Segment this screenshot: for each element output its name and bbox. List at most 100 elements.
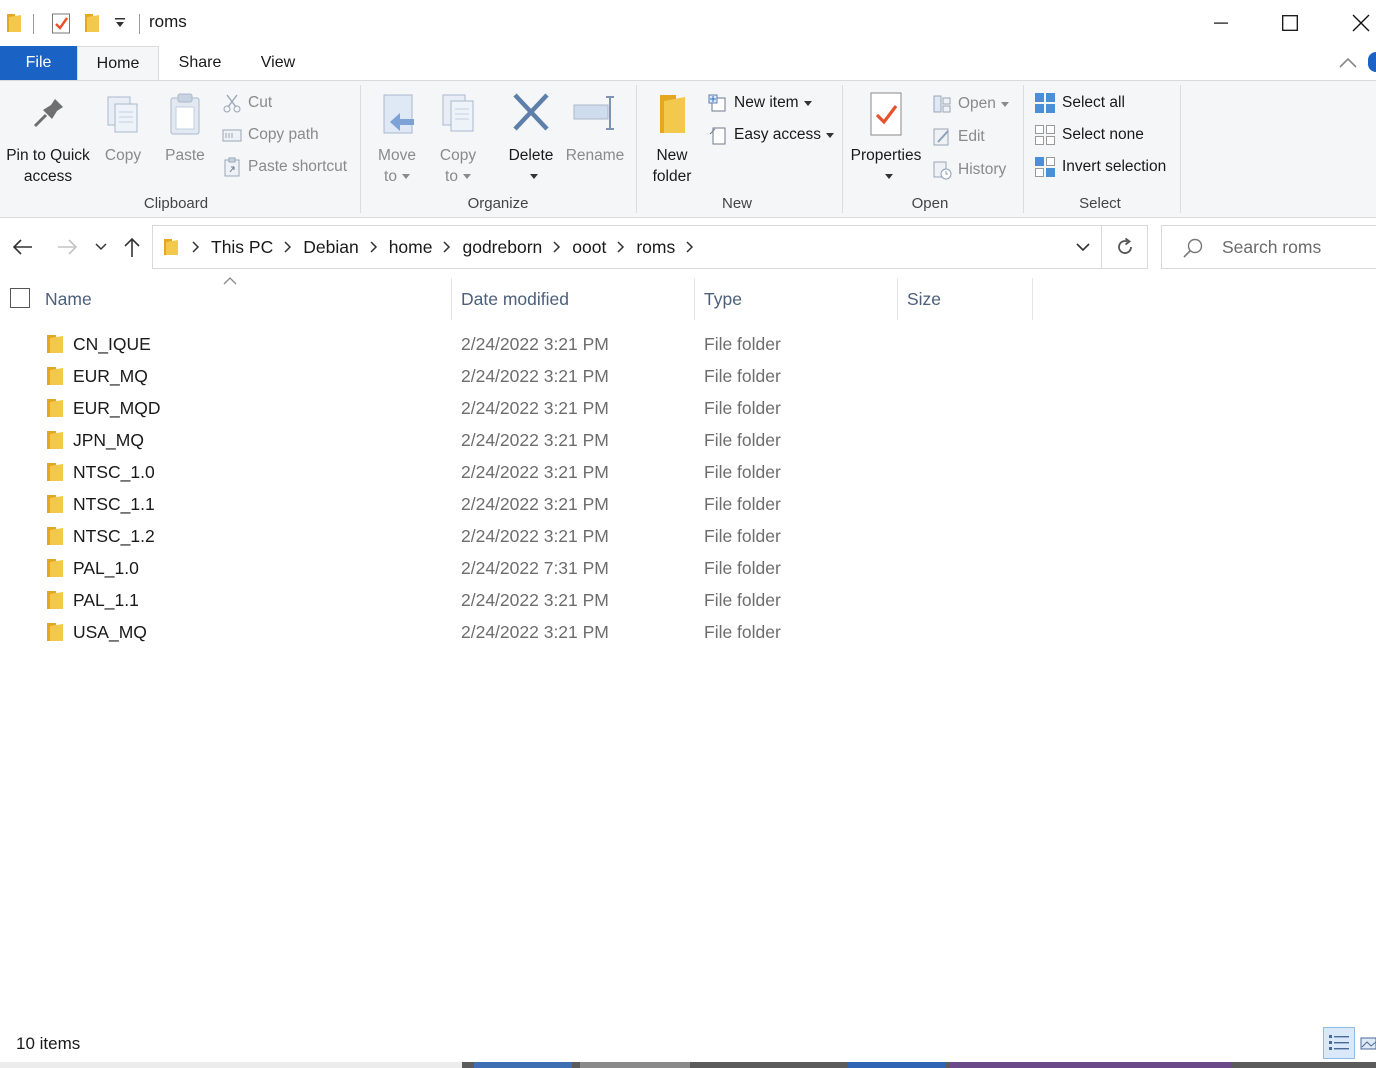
column-header-name[interactable]: Name [36, 278, 452, 320]
new-folder-icon [660, 95, 685, 133]
large-icons-view-button[interactable] [1360, 1030, 1376, 1056]
table-row[interactable]: PAL_1.0 2/24/2022 7:31 PM File folder [0, 552, 1376, 584]
status-bar: 10 items [0, 1026, 1376, 1062]
window-title: roms [149, 12, 187, 31]
breadcrumb-roms[interactable]: roms [632, 237, 679, 258]
breadcrumb-separator[interactable] [277, 226, 299, 268]
table-row[interactable]: NTSC_1.1 2/24/2022 3:21 PM File folder [0, 488, 1376, 520]
breadcrumb-separator[interactable] [185, 226, 207, 268]
tab-file[interactable]: File [0, 46, 77, 80]
tab-share[interactable]: Share [166, 46, 234, 80]
table-row[interactable]: PAL_1.1 2/24/2022 3:21 PM File folder [0, 584, 1376, 616]
recent-locations-button[interactable] [92, 232, 110, 262]
properties-quick-icon[interactable] [51, 10, 71, 36]
breadcrumb-godreborn[interactable]: godreborn [458, 237, 546, 258]
breadcrumb-home[interactable]: home [385, 237, 437, 258]
file-type: File folder [704, 398, 781, 418]
forward-button[interactable] [54, 232, 82, 262]
up-button[interactable] [118, 232, 146, 262]
desktop-background-strip [0, 1062, 1376, 1068]
customize-quick-access-icon[interactable] [113, 10, 127, 36]
group-label-new: New [721, 195, 752, 212]
folder-icon [47, 495, 63, 513]
move-to-icon [383, 94, 414, 134]
address-bar[interactable]: This PC Debian home godreborn ooot roms [152, 225, 1148, 269]
breadcrumb-ooot[interactable]: ooot [568, 237, 610, 258]
table-row[interactable]: EUR_MQD 2/24/2022 3:21 PM File folder [0, 392, 1376, 424]
new-item-button[interactable]: New item [708, 90, 812, 116]
new-folder-button[interactable]: New folder [645, 89, 699, 187]
select-all-checkbox[interactable] [10, 288, 30, 308]
table-row[interactable]: CN_IQUE 2/24/2022 3:21 PM File folder [0, 328, 1376, 360]
folder-icon [47, 527, 63, 545]
table-row[interactable]: EUR_MQ 2/24/2022 3:21 PM File folder [0, 360, 1376, 392]
move-to-button[interactable]: Move to [370, 89, 424, 187]
breadcrumb-separator[interactable] [610, 226, 632, 268]
details-view-button[interactable] [1323, 1027, 1355, 1059]
properties-button[interactable]: Properties [848, 89, 924, 187]
delete-button[interactable]: Delete [503, 89, 559, 187]
back-arrow-icon [12, 239, 32, 255]
breadcrumb-separator[interactable] [679, 226, 701, 268]
table-row[interactable]: NTSC_1.0 2/24/2022 3:21 PM File folder [0, 456, 1376, 488]
folder-icon [47, 399, 63, 417]
breadcrumb-this-pc[interactable]: This PC [207, 237, 277, 258]
help-icon[interactable] [1368, 52, 1376, 72]
breadcrumb-separator[interactable] [436, 226, 458, 268]
select-none-button[interactable]: Select none [1034, 122, 1144, 148]
file-type: File folder [704, 494, 781, 514]
table-row[interactable]: NTSC_1.2 2/24/2022 3:21 PM File folder [0, 520, 1376, 552]
select-all-button[interactable]: Select all [1034, 90, 1125, 116]
maximize-button[interactable] [1267, 0, 1313, 46]
details-view-icon [1329, 1035, 1349, 1050]
file-date-modified: 2/24/2022 3:21 PM [461, 430, 609, 450]
breadcrumb-debian[interactable]: Debian [299, 237, 362, 258]
file-name: PAL_1.0 [73, 558, 139, 578]
cut-button[interactable]: Cut [222, 90, 272, 116]
file-date-modified: 2/24/2022 7:31 PM [461, 558, 609, 578]
file-name: EUR_MQ [73, 366, 148, 386]
tab-view[interactable]: View [246, 46, 310, 80]
forward-arrow-icon [58, 239, 78, 255]
search-box[interactable] [1161, 225, 1376, 269]
easy-access-button[interactable]: Easy access [708, 122, 835, 148]
folder-location-icon [157, 237, 185, 257]
column-header-type[interactable]: Type [695, 278, 898, 320]
column-header-date-modified[interactable]: Date modified [452, 278, 695, 320]
minimize-button[interactable] [1198, 0, 1244, 46]
history-button[interactable]: History [932, 157, 1006, 183]
pin-icon [33, 99, 63, 128]
file-name: NTSC_1.1 [73, 494, 155, 514]
tab-home[interactable]: Home [77, 46, 159, 81]
file-name: PAL_1.1 [73, 590, 139, 610]
copy-to-button[interactable]: Copy to [432, 89, 484, 187]
new-folder-quick-icon[interactable] [84, 10, 100, 36]
large-icons-view-icon [1360, 1037, 1376, 1050]
invert-selection-icon [1035, 157, 1055, 177]
chevron-right-icon [284, 241, 292, 253]
folder-app-icon[interactable] [6, 10, 22, 36]
close-button[interactable] [1338, 0, 1376, 46]
invert-selection-button[interactable]: Invert selection [1034, 154, 1166, 180]
copy-path-button[interactable]: Copy path [222, 122, 319, 148]
group-label-organize: Organize [467, 195, 529, 212]
table-row[interactable]: USA_MQ 2/24/2022 3:21 PM File folder [0, 616, 1376, 648]
table-row[interactable]: JPN_MQ 2/24/2022 3:21 PM File folder [0, 424, 1376, 456]
pin-to-quick-access-button[interactable]: Pin to Quick access [2, 89, 94, 187]
open-button[interactable]: Open [932, 91, 1009, 117]
paste-shortcut-button[interactable]: Paste shortcut [222, 154, 347, 180]
folder-icon [47, 559, 63, 577]
item-count: 10 items [16, 1034, 81, 1053]
back-button[interactable] [8, 232, 36, 262]
column-header-size[interactable]: Size [898, 278, 1033, 320]
rename-button[interactable]: Rename [562, 89, 628, 166]
breadcrumb-separator[interactable] [363, 226, 385, 268]
breadcrumb-separator[interactable] [546, 226, 568, 268]
address-history-button[interactable] [1065, 226, 1101, 268]
edit-button[interactable]: Edit [932, 124, 985, 150]
copy-button[interactable]: Copy [99, 89, 147, 166]
search-input[interactable] [1222, 234, 1376, 260]
refresh-button[interactable] [1101, 226, 1147, 268]
collapse-ribbon-icon[interactable] [1336, 52, 1360, 74]
paste-button[interactable]: Paste [158, 89, 212, 166]
